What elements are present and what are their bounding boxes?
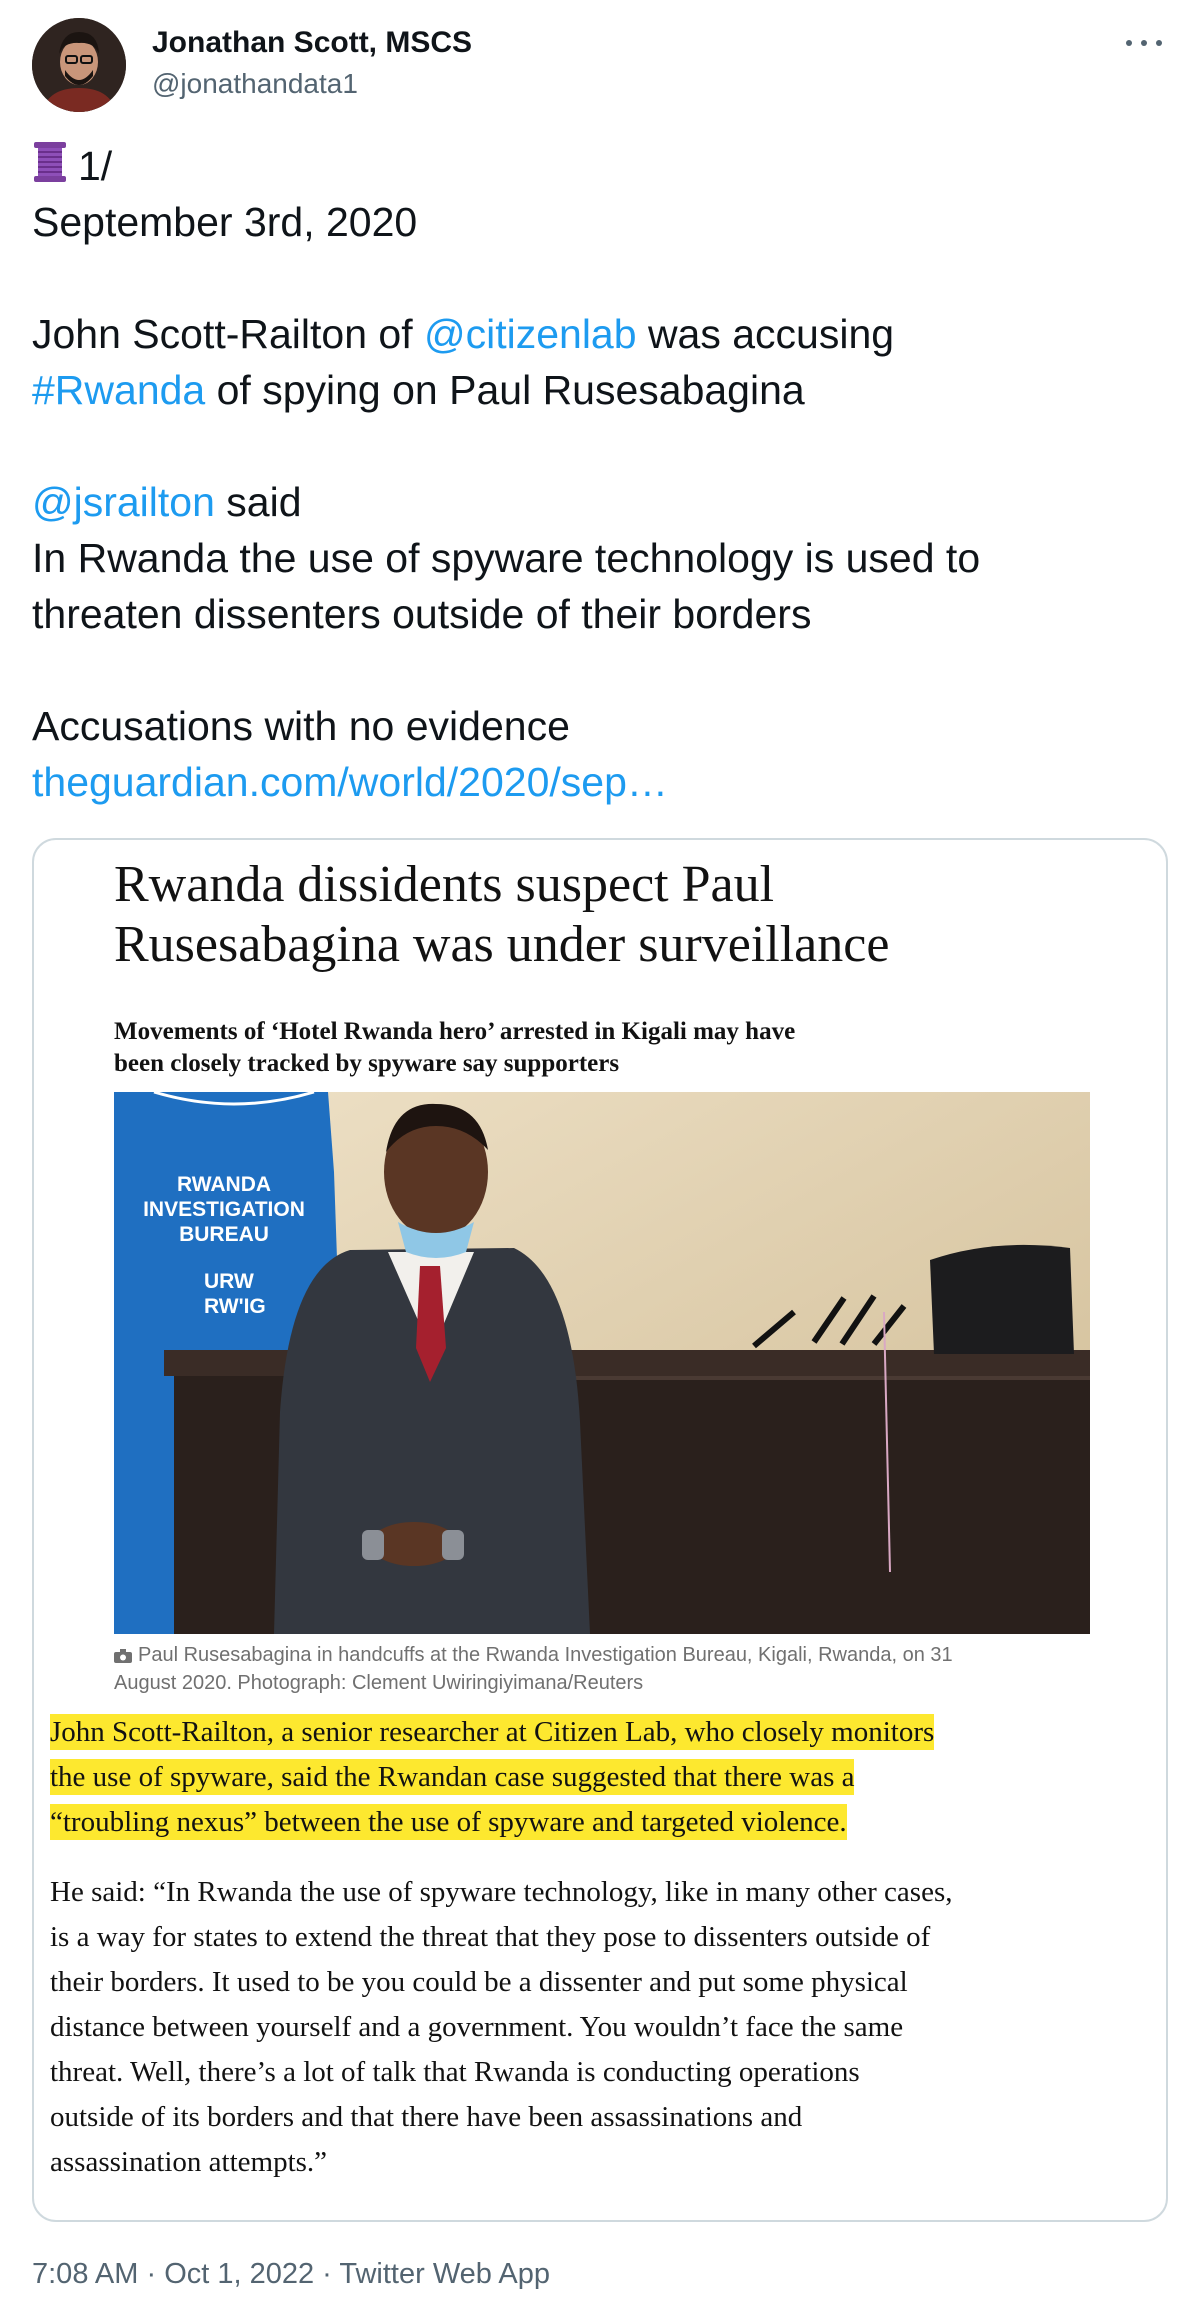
paragraph-2-line-1: @jsrailton said — [32, 479, 302, 525]
banner-text: RWANDA INVESTIGATION BUREAU URW RW'IG — [143, 1173, 305, 1318]
author-name[interactable]: Jonathan Scott, MSCS — [152, 26, 472, 60]
article-link[interactable]: theguardian.com/world/2020/sep… — [32, 754, 1164, 810]
paragraph-2-line-3: threaten dissenters outside of their bor… — [32, 591, 812, 637]
date-line: September 3rd, 2020 — [32, 199, 418, 245]
author-handle[interactable]: @jonathandata1 — [152, 68, 358, 100]
photo-caption: Paul Rusesabagina in handcuffs at the Rw… — [114, 1644, 953, 1694]
hashtag-rwanda[interactable]: #Rwanda — [32, 367, 205, 413]
spool-of-thread-emoji-icon — [32, 140, 68, 198]
tweet-header: Jonathan Scott, MSCS @jonathandata1 — [32, 18, 1164, 112]
attached-article-image[interactable]: Rwanda dissidents suspect Paul Rusesabag… — [32, 838, 1168, 2222]
tweet-metadata: 7:08 AM · Oct 1, 2022 · Twitter Web App — [32, 2258, 550, 2290]
mention-jsrailton[interactable]: @jsrailton — [32, 479, 215, 525]
thread-counter-line: 1/ — [32, 138, 1164, 194]
mention-citizenlab[interactable]: @citizenlab — [424, 311, 637, 357]
highlighted-paragraph: John Scott-Railton, a senior researcher … — [50, 1714, 935, 1840]
article-photo: RWANDA INVESTIGATION BUREAU URW RW'IG — [114, 1092, 1090, 1634]
tweet-text: 1/ September 3rd, 2020 John Scott-Railto… — [32, 138, 1164, 810]
paragraph-2-line-2: In Rwanda the use of spyware technology … — [32, 535, 981, 581]
paragraph-1-line-2: #Rwanda of spying on Paul Rusesabagina — [32, 367, 805, 413]
avatar[interactable] — [32, 18, 126, 112]
thread-counter: 1/ — [78, 143, 113, 189]
paragraph-3-line-1: Accusations with no evidence — [32, 703, 570, 749]
camera-icon — [114, 1644, 132, 1670]
paragraph-1-line-1: John Scott-Railton of @citizenlab was ac… — [32, 311, 895, 357]
article-headline: Rwanda dissidents suspect Paul Rusesabag… — [114, 856, 890, 973]
more-horizontal-icon[interactable] — [1124, 32, 1164, 52]
quote-paragraph: He said: “In Rwanda the use of spyware t… — [50, 1876, 953, 2178]
tweet-source[interactable]: Twitter Web App — [339, 2258, 550, 2290]
tweet-timestamp[interactable]: 7:08 AM — [32, 2258, 138, 2290]
tweet-date[interactable]: Oct 1, 2022 — [164, 2258, 314, 2290]
article-standfirst: Movements of ‘Hotel Rwanda hero’ arreste… — [114, 1018, 796, 1077]
